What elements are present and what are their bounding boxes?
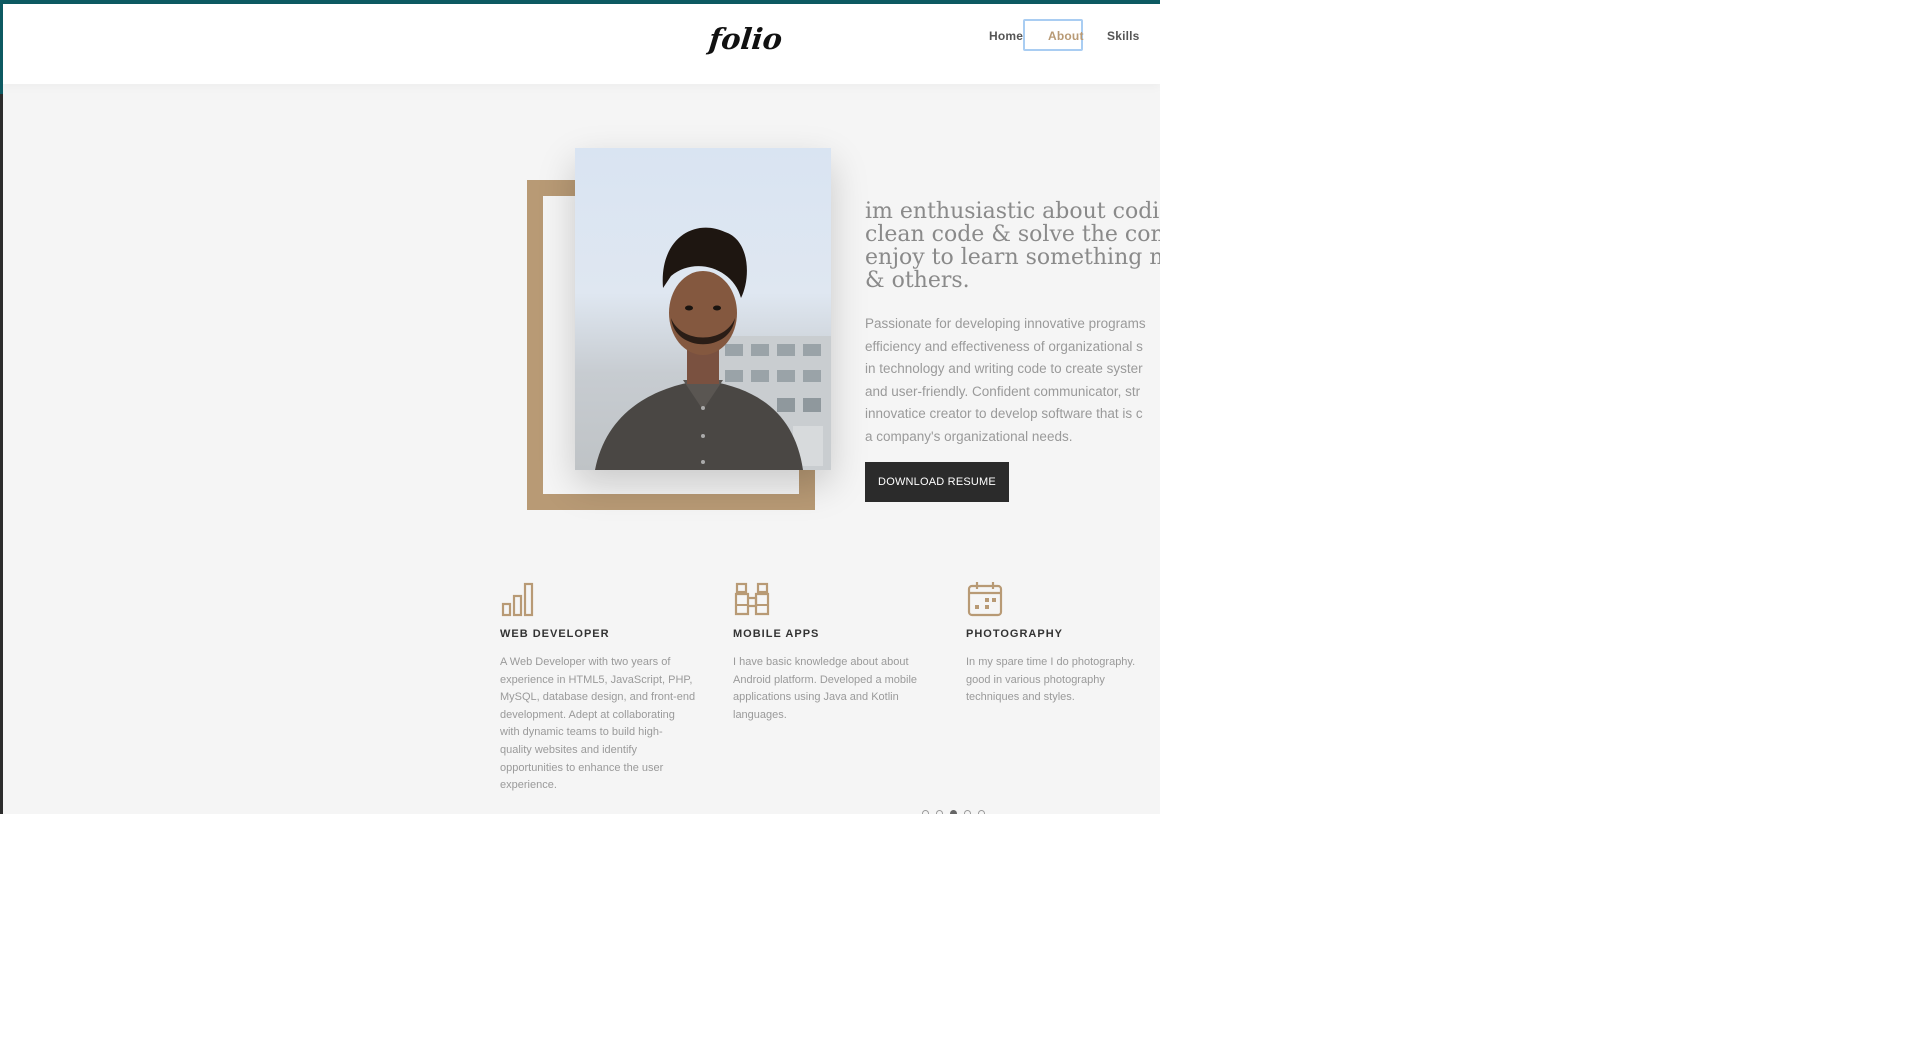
nav-link-skills[interactable]: Skills [1107, 29, 1140, 43]
pager-dot[interactable] [978, 810, 985, 814]
service-description: I have basic knowledge about about Andro… [733, 656, 918, 721]
service-title: PHOTOGRAPHY [966, 628, 1063, 640]
left-edge-bar [0, 94, 3, 814]
calendar-icon [967, 582, 1003, 617]
slider-pager [922, 810, 985, 814]
service-title: WEB DEVELOPER [500, 628, 610, 640]
service-photography: PHOTOGRAPHY In my spare time I do photog… [966, 580, 1160, 707]
pager-dot-active[interactable] [950, 810, 957, 814]
site-header: folio Home About Skills [3, 4, 1160, 84]
download-resume-button[interactable]: DOWNLOAD RESUME [865, 462, 1009, 502]
profile-photo [575, 148, 831, 470]
service-description: In my spare time I do photography. good … [966, 656, 1136, 704]
pager-dot[interactable] [936, 810, 943, 814]
site-logo[interactable]: folio [707, 22, 784, 56]
service-description: A Web Developer with two years of experi… [500, 656, 696, 792]
nav-link-about[interactable]: About [1048, 29, 1084, 43]
hero-paragraph: Passionate for developing innovative pro… [865, 316, 1146, 444]
binoculars-icon [734, 582, 770, 616]
service-title: MOBILE APPS [733, 628, 820, 640]
nav-link-home[interactable]: Home [989, 29, 1023, 43]
pager-dot[interactable] [964, 810, 971, 814]
pager-dot[interactable] [922, 810, 929, 814]
bar-chart-icon [501, 582, 534, 617]
service-web-developer: WEB DEVELOPER A Web Developer with two y… [500, 580, 718, 795]
page-viewport: folio Home About Skills im enthusiastic … [0, 0, 1160, 814]
hero-heading: im enthusiastic about coding clean code … [865, 199, 1160, 293]
service-mobile-apps: MOBILE APPS I have basic knowledge about… [733, 580, 951, 724]
